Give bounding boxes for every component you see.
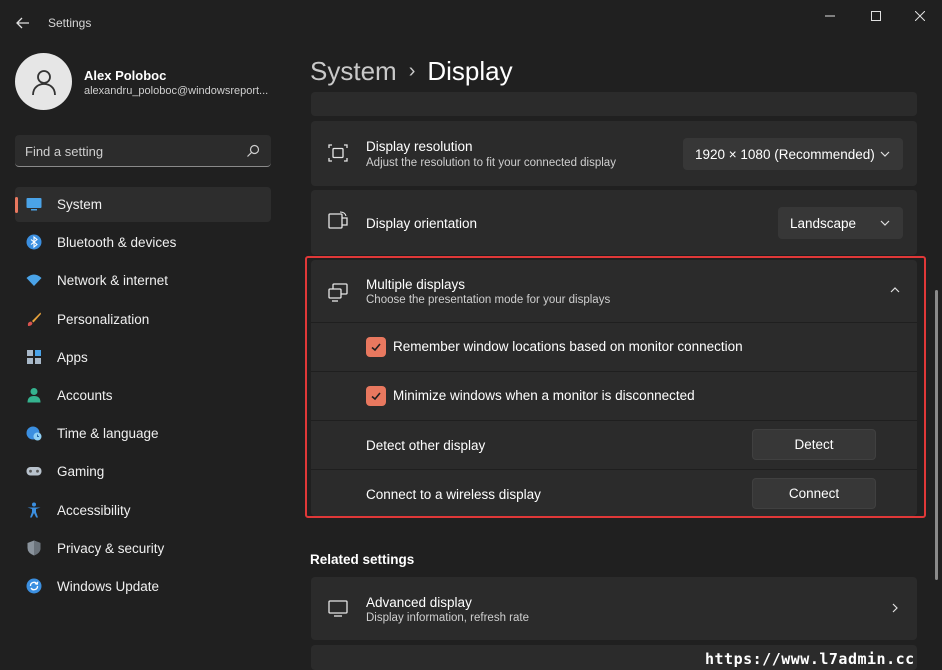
back-button[interactable] [8,10,38,36]
system-icon [26,198,42,211]
divider [311,469,917,470]
user-name: Alex Poloboc [84,68,167,83]
sidebar-item-accessibility[interactable]: Accessibility [15,493,271,528]
orientation-value: Landscape [790,215,857,231]
accessibility-icon [27,502,41,517]
checkmark-icon [371,392,381,401]
minimize-icon [825,15,835,17]
window-title: Settings [48,16,92,30]
wireless-display-label: Connect to a wireless display [366,487,541,502]
person-icon [27,387,41,403]
sidebar-nav: System Bluetooth & devices Network & int… [15,187,271,607]
checkmark-icon [371,343,381,352]
chevron-right-icon [892,603,898,613]
scrollbar[interactable] [935,290,938,580]
update-icon [26,578,42,594]
sidebar-item-bluetooth[interactable]: Bluetooth & devices [15,225,271,260]
advanced-display-title: Advanced display [366,595,472,610]
orientation-title: Display orientation [366,216,478,231]
apps-icon [27,349,41,364]
sidebar-item-label: Apps [57,349,88,365]
minimize-button[interactable] [808,4,852,28]
close-button[interactable] [898,4,942,28]
maximize-button[interactable] [854,4,898,28]
search-input[interactable] [25,141,235,161]
bluetooth-icon [26,234,42,250]
globe-clock-icon [26,426,42,441]
avatar[interactable] [15,53,72,110]
display-orientation-card: Display orientation Landscape [311,190,917,255]
related-settings-heading: Related settings [310,552,415,567]
sidebar-item-label: Gaming [57,464,105,480]
divider [311,420,917,421]
connect-button[interactable]: Connect [752,478,876,509]
sidebar-item-label: Time & language [57,426,159,442]
sidebar-item-label: System [57,197,103,212]
gamepad-icon [26,467,42,476]
remember-locations-checkbox[interactable] [366,337,386,357]
sidebar-item-label: Network & internet [57,273,169,289]
chevron-up-icon[interactable] [889,284,901,296]
advanced-display-subtitle: Display information, refresh rate [366,612,529,624]
breadcrumb: System › Display [310,56,513,87]
sidebar-item-accounts[interactable]: Accounts [15,378,271,413]
partial-settings-card[interactable] [311,92,917,116]
minimize-windows-checkbox[interactable] [366,386,386,406]
sidebar-item-label: Privacy & security [57,540,165,556]
sidebar-item-label: Accounts [57,387,113,403]
detect-display-label: Detect other display [366,438,486,453]
title-bar: Settings [0,0,942,44]
close-icon [915,11,925,21]
multiple-displays-header[interactable]: Multiple displays Choose the presentatio… [311,260,917,322]
divider [311,371,917,372]
maximize-icon [871,11,881,21]
multiple-displays-icon [328,283,348,302]
chevron-down-icon [880,220,890,226]
resolution-icon [328,144,348,162]
page-title: Display [427,56,513,86]
back-arrow-icon [16,17,29,29]
sidebar-item-windows-update[interactable]: Windows Update [15,569,271,604]
remember-locations-label: Remember window locations based on monit… [393,339,743,354]
resolution-value: 1920 × 1080 (Recommended) [695,146,875,162]
user-icon [31,69,56,95]
sidebar-item-label: Accessibility [57,502,131,518]
brush-icon [27,312,41,326]
multiple-displays-section: Multiple displays Choose the presentatio… [311,260,917,516]
minimize-windows-label: Minimize windows when a monitor is disco… [393,388,695,403]
sidebar-item-personalization[interactable]: Personalization [15,302,271,337]
user-email: alexandru_poloboc@windowsreport... [84,85,269,97]
sidebar-item-label: Windows Update [57,578,160,594]
sidebar-item-privacy[interactable]: Privacy & security [15,531,271,566]
sidebar-item-gaming[interactable]: Gaming [15,454,271,489]
resolution-subtitle: Adjust the resolution to fit your connec… [366,157,616,169]
search-box[interactable] [15,135,271,167]
chevron-down-icon [880,151,890,157]
resolution-dropdown[interactable]: 1920 × 1080 (Recommended) [683,138,903,170]
sidebar-item-label: Bluetooth & devices [57,235,177,251]
orientation-dropdown[interactable]: Landscape [778,207,903,239]
display-resolution-card: Display resolution Adjust the resolution… [311,121,917,186]
advanced-display-card[interactable]: Advanced display Display information, re… [311,577,917,640]
watermark-text: https://www.l7admin.cc [705,650,915,668]
sidebar-item-system[interactable]: System [15,187,271,222]
sidebar-item-network[interactable]: Network & internet [15,263,271,298]
breadcrumb-parent[interactable]: System [310,56,397,86]
wifi-icon [26,274,42,287]
sidebar-item-time-language[interactable]: Time & language [15,416,271,451]
search-icon[interactable] [245,143,261,159]
detect-button[interactable]: Detect [752,429,876,460]
settings-window: Settings Alex Poloboc alexandru_poloboc@… [0,0,942,670]
multiple-displays-title: Multiple displays [366,277,466,292]
monitor-icon [328,600,348,617]
sidebar-item-label: Personalization [57,311,150,327]
multiple-displays-subtitle: Choose the presentation mode for your di… [366,294,611,306]
shield-icon [27,540,41,556]
orientation-icon [328,211,348,229]
divider [311,322,917,323]
resolution-title: Display resolution [366,139,473,154]
breadcrumb-separator: › [408,60,416,82]
sidebar-item-apps[interactable]: Apps [15,340,271,375]
